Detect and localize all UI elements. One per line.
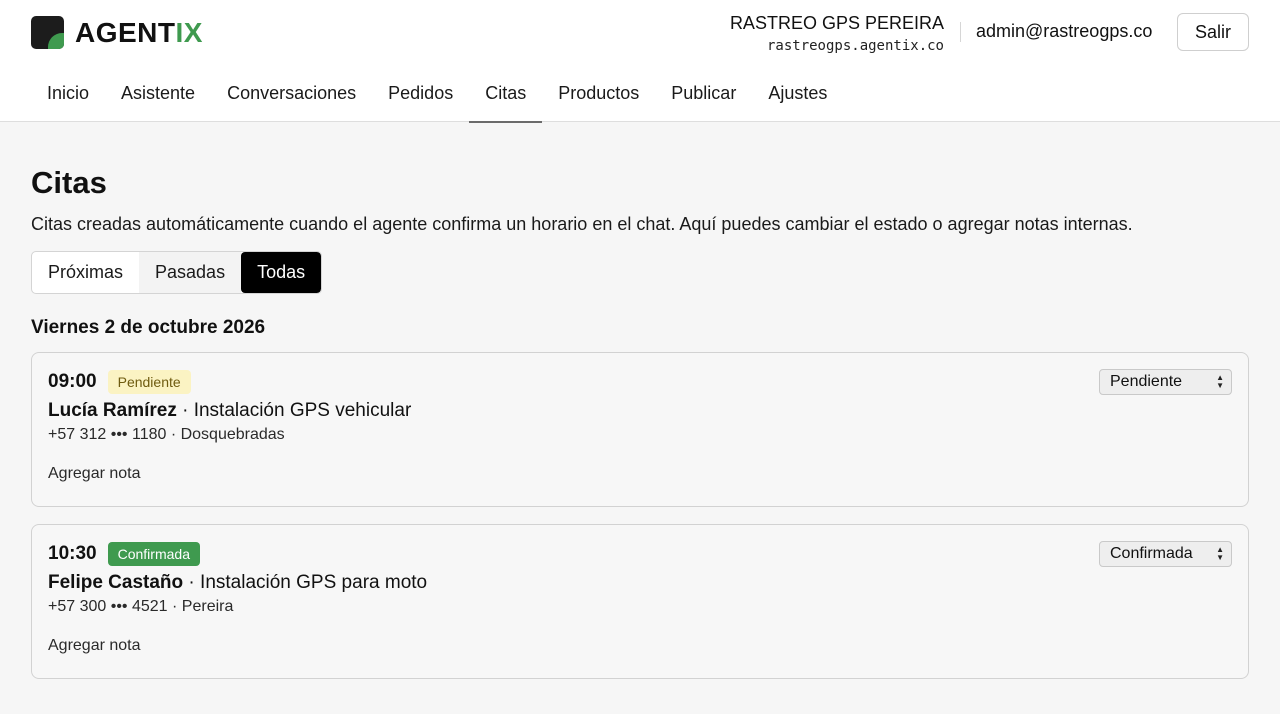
appointment-time: 09:00	[48, 371, 97, 392]
customer-contact: +57 300 ••• 4521 · Pereira	[48, 598, 234, 615]
select-arrows-icon: ▲ ▼	[1216, 545, 1224, 562]
customer-contact: +57 312 ••• 1180 · Dosquebradas	[48, 426, 285, 443]
page-title: Citas	[31, 165, 107, 200]
status-badge: Confirmada	[107, 542, 200, 566]
org-name: RASTREO GPS PEREIRA	[729, 13, 944, 33]
add-note-link[interactable]: Agregar nota	[48, 464, 1232, 484]
select-arrows-icon: ▲ ▼	[1216, 373, 1224, 390]
page-description: Citas creadas automáticamente cuando el …	[31, 214, 1133, 234]
user-email: admin@rastreogps.co	[976, 21, 1153, 41]
brand-name-main: AGENT	[75, 16, 176, 48]
main-nav: Inicio Asistente Conversaciones Pedidos …	[31, 72, 843, 123]
service-name: · Instalación GPS vehicular	[176, 400, 412, 421]
appointment-card: 10:30 Confirmada Felipe Castaño · Instal…	[31, 524, 1249, 679]
add-note-link[interactable]: Agregar nota	[48, 636, 1232, 656]
appointment-time: 10:30	[48, 543, 97, 564]
org-domain: rastreogps.agentix.co	[766, 38, 944, 54]
day-heading: Viernes 2 de octubre 2026	[31, 317, 266, 338]
tab-proximas[interactable]: Próximas	[32, 252, 139, 293]
nav-item-productos[interactable]: Productos	[542, 72, 655, 122]
tab-todas[interactable]: Todas	[241, 252, 322, 293]
main-content: Citas Citas creadas automáticamente cuan…	[31, 122, 1249, 679]
status-select[interactable]: Pendiente ▲ ▼	[1099, 369, 1232, 395]
customer-name: Felipe Castaño	[48, 572, 184, 593]
status-badge: Pendiente	[107, 370, 191, 394]
nav-item-pedidos[interactable]: Pedidos	[372, 72, 469, 122]
nav-item-ajustes[interactable]: Ajustes	[752, 72, 843, 122]
status-select-value: Confirmada	[1110, 545, 1193, 562]
nav-item-conversaciones[interactable]: Conversaciones	[211, 72, 372, 122]
brand-name-accent: IX	[175, 16, 203, 48]
organization-info: RASTREO GPS PEREIRA rastreogps.agentix.c…	[730, 12, 944, 54]
filter-tabs: Próximas Pasadas Todas	[31, 251, 323, 294]
nav-item-publicar[interactable]: Publicar	[655, 72, 752, 122]
nav-item-citas[interactable]: Citas	[469, 72, 543, 123]
header-divider	[960, 22, 961, 42]
tab-pasadas[interactable]: Pasadas	[139, 252, 242, 293]
logout-button[interactable]: Salir	[1177, 13, 1249, 51]
app-header: AGENTIX RASTREO GPS PEREIRA rastreogps.a…	[0, 0, 1280, 123]
status-select[interactable]: Confirmada ▲ ▼	[1099, 541, 1232, 567]
brand-logo[interactable]: AGENTIX	[31, 16, 203, 49]
brand-name: AGENTIX	[75, 17, 203, 49]
nav-item-asistente[interactable]: Asistente	[105, 72, 211, 122]
nav-item-inicio[interactable]: Inicio	[31, 72, 105, 122]
customer-name: Lucía Ramírez	[48, 400, 177, 421]
logo-mark-icon	[31, 16, 64, 49]
service-name: · Instalación GPS para moto	[183, 572, 428, 593]
appointment-card: 09:00 Pendiente Lucía Ramírez · Instalac…	[31, 352, 1249, 507]
status-select-value: Pendiente	[1110, 373, 1183, 390]
